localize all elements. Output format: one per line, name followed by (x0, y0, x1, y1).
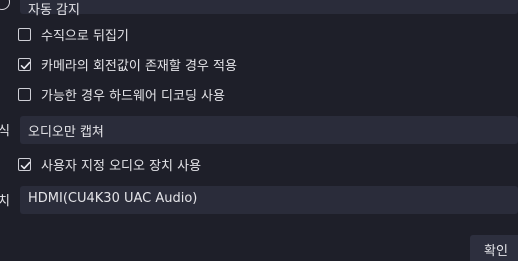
custom-audio-device-label: 사용자 지정 오디오 장치 사용 (41, 158, 202, 174)
audio-device-select[interactable]: HDMI(CU4K30 UAC Audio) (20, 186, 518, 214)
flip-vertical-label: 수직으로 뒤집기 (41, 28, 129, 44)
audio-output-mode-value: 오디오만 캡쳐 (28, 125, 104, 140)
checkmark-icon (20, 161, 31, 169)
flip-vertical-row[interactable]: 수직으로 뒤집기 (18, 24, 129, 44)
apply-rotation-row[interactable]: 카메라의 회전값이 존재할 경우 적용 (18, 54, 237, 74)
custom-audio-device-row[interactable]: 사용자 지정 오디오 장치 사용 (18, 154, 201, 174)
ok-button[interactable]: 확인 (470, 235, 518, 261)
hardware-decoding-checkbox[interactable] (18, 87, 31, 101)
audio-device-value: HDMI(CU4K30 UAC Audio) (28, 191, 198, 206)
top-select-value: 자동 감지 (28, 3, 80, 18)
audio-output-mode-label: 식 (0, 124, 10, 139)
top-row: 자동 감지 (0, 0, 518, 18)
flip-vertical-checkbox[interactable] (18, 27, 31, 41)
hardware-decoding-label: 가능한 경우 하드웨어 디코딩 사용 (41, 88, 225, 104)
checkmark-icon (20, 61, 31, 69)
apply-rotation-label: 카메라의 회전값이 존재할 경우 적용 (41, 58, 237, 74)
ok-button-label: 확인 (484, 244, 508, 259)
audio-output-mode-select[interactable]: 오디오만 캡쳐 (20, 116, 518, 144)
help-icon[interactable] (0, 0, 10, 10)
custom-audio-device-checkbox[interactable] (18, 157, 31, 171)
hardware-decoding-row[interactable]: 가능한 경우 하드웨어 디코딩 사용 (18, 84, 225, 104)
apply-rotation-checkbox[interactable] (18, 57, 31, 71)
audio-device-label: 치 (0, 194, 10, 209)
properties-panel: 자동 감지 수직으로 뒤집기 카메라의 회전값이 존재할 경우 적용 가능한 경… (0, 0, 518, 261)
top-select-field[interactable]: 자동 감지 (20, 0, 518, 18)
